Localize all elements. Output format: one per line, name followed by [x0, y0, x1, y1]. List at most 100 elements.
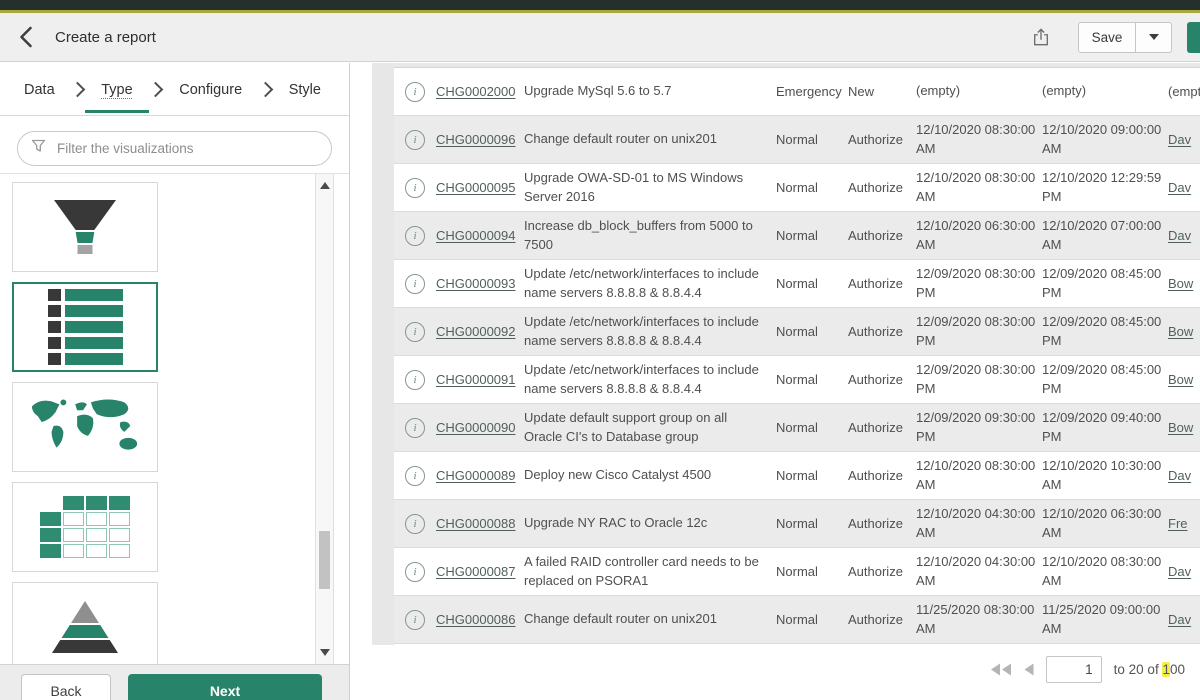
change-number-link[interactable]: CHG0000093: [436, 276, 524, 291]
chevron-right-icon: [148, 81, 164, 97]
step-tab-type[interactable]: Type: [101, 65, 132, 113]
viz-thumb-list[interactable]: [12, 282, 158, 372]
change-type-cell: Normal: [776, 180, 848, 195]
assignee-link[interactable]: Bow: [1168, 420, 1200, 435]
planned-start-cell: 12/09/2020 09:30:00 PM: [916, 409, 1042, 445]
save-dropdown-button[interactable]: [1136, 22, 1172, 53]
scroll-up-icon[interactable]: [320, 182, 330, 189]
info-icon[interactable]: i: [405, 322, 425, 342]
step-tab-configure[interactable]: Configure: [179, 65, 242, 113]
pyramid-chart-glyph: [52, 601, 118, 653]
state-cell: Authorize: [848, 132, 916, 147]
change-number-link[interactable]: CHG0000092: [436, 324, 524, 339]
info-icon[interactable]: i: [405, 610, 425, 630]
info-icon[interactable]: i: [405, 130, 425, 150]
state-cell: Authorize: [848, 612, 916, 627]
table-row: iCHG0000088Upgrade NY RAC to Oracle 12cN…: [394, 500, 1200, 548]
back-chevron-icon[interactable]: [18, 26, 33, 48]
first-page-button[interactable]: [991, 663, 1012, 676]
app-header: Create a report Save: [0, 13, 1200, 62]
assignee-link[interactable]: Dav: [1168, 180, 1200, 195]
change-number-link[interactable]: CHG0000088: [436, 516, 524, 531]
save-button[interactable]: Save: [1078, 22, 1136, 53]
previous-page-button[interactable]: [1024, 663, 1034, 676]
change-type-cell: Normal: [776, 516, 848, 531]
viz-thumb-heatmap[interactable]: [12, 482, 158, 572]
assignee-link[interactable]: Dav: [1168, 612, 1200, 627]
viz-thumb-pyramid[interactable]: [12, 582, 158, 665]
viz-thumb-world-map[interactable]: [12, 382, 158, 472]
info-cell: i: [394, 178, 436, 198]
assignee-link[interactable]: Bow: [1168, 372, 1200, 387]
step-tab-style[interactable]: Style: [289, 65, 321, 113]
viz-thumb-funnel[interactable]: [12, 182, 158, 272]
assignee-link[interactable]: Bow: [1168, 276, 1200, 291]
change-number-link[interactable]: CHG0000090: [436, 420, 524, 435]
info-icon[interactable]: i: [405, 418, 425, 438]
info-icon[interactable]: i: [405, 178, 425, 198]
info-icon[interactable]: i: [405, 370, 425, 390]
header-actions: Save: [1032, 22, 1200, 53]
assignee-link[interactable]: Dav: [1168, 132, 1200, 147]
page-start-input[interactable]: [1046, 656, 1102, 683]
assignee-link[interactable]: Dav: [1168, 468, 1200, 483]
change-number-link[interactable]: CHG0000087: [436, 564, 524, 579]
next-button[interactable]: Next: [128, 674, 322, 700]
info-icon[interactable]: i: [405, 562, 425, 582]
planned-end-cell: 12/09/2020 08:45:00 PM: [1042, 313, 1168, 349]
back-button[interactable]: Back: [21, 674, 111, 700]
change-number-link[interactable]: CHG0002000: [436, 84, 524, 99]
planned-start-cell: 12/10/2020 08:30:00 AM: [916, 457, 1042, 493]
pagination-bar: to 20 of 100: [991, 655, 1185, 683]
filter-visualizations-input[interactable]: [55, 140, 318, 157]
table-row: i CHG0000090Update default support group …: [394, 404, 1200, 452]
info-icon[interactable]: i: [405, 514, 425, 534]
change-number-link[interactable]: CHG0000096: [436, 132, 524, 147]
info-icon[interactable]: i: [405, 274, 425, 294]
sidebar-scrollbar[interactable]: [315, 173, 334, 665]
scroll-down-icon[interactable]: [320, 649, 330, 656]
assignee-link[interactable]: Fre: [1168, 516, 1200, 531]
change-number-link[interactable]: CHG0000094: [436, 228, 524, 243]
table-row: iCHG0000092Update /etc/network/interface…: [394, 308, 1200, 356]
state-cell: Authorize: [848, 372, 916, 387]
change-number-link[interactable]: CHG0000091: [436, 372, 524, 387]
share-icon[interactable]: [1032, 27, 1050, 47]
table-left-gutter: [372, 63, 394, 645]
data-preview-panel: iCHG0002000Upgrade MySql 5.6 to 5.7Emerg…: [351, 63, 1200, 700]
change-type-cell: Normal: [776, 276, 848, 291]
step-tab-data[interactable]: Data: [24, 65, 55, 113]
wizard-footer: Back Next: [0, 664, 349, 700]
header-edge-teal-button[interactable]: [1187, 22, 1200, 53]
table-row: iCHG0000091Update /etc/network/interface…: [394, 356, 1200, 404]
assignee-cell: (empty): [1168, 84, 1200, 99]
assignee-link[interactable]: Dav: [1168, 228, 1200, 243]
planned-end-cell: 12/10/2020 07:00:00 AM: [1042, 217, 1168, 253]
scrollbar-thumb[interactable]: [319, 531, 330, 589]
info-cell: i: [394, 418, 436, 438]
change-number-link[interactable]: CHG0000089: [436, 468, 524, 483]
info-icon[interactable]: i: [405, 466, 425, 486]
table-row: iCHG0000093Update /etc/network/interface…: [394, 260, 1200, 308]
wizard-steps: Data Type Configure Style: [0, 63, 349, 116]
state-cell: Authorize: [848, 276, 916, 291]
change-number-link[interactable]: CHG0000095: [436, 180, 524, 195]
info-cell: i: [394, 562, 436, 582]
assignee-link[interactable]: Bow: [1168, 324, 1200, 339]
change-type-cell: Normal: [776, 372, 848, 387]
info-cell: i: [394, 322, 436, 342]
info-icon[interactable]: i: [405, 226, 425, 246]
world-map-glyph: [26, 396, 144, 458]
assignee-link[interactable]: Dav: [1168, 564, 1200, 579]
table-row: iCHG0000096Change default router on unix…: [394, 116, 1200, 164]
table-row: iCHG0000086Change default router on unix…: [394, 596, 1200, 644]
info-cell: i: [394, 610, 436, 630]
info-icon[interactable]: i: [405, 82, 425, 102]
change-number-link[interactable]: CHG0000086: [436, 612, 524, 627]
filter-input-wrap[interactable]: [17, 131, 332, 166]
short-description-cell: Update default support group on all Orac…: [524, 409, 776, 445]
info-cell: i: [394, 370, 436, 390]
table-row: iCHG0000087A failed RAID controller card…: [394, 548, 1200, 596]
planned-start-cell: 12/10/2020 08:30:00 AM: [916, 121, 1042, 157]
info-cell: i: [394, 130, 436, 150]
